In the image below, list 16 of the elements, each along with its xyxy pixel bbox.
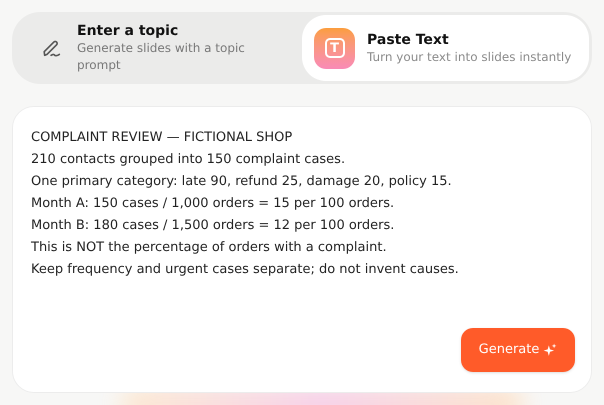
- editor-line: Keep frequency and urgent cases separate; do not invent causes.: [31, 261, 460, 279]
- tab-subtitle: Turn your text into slides instantly: [367, 48, 572, 66]
- text-icon: T: [314, 28, 355, 68]
- editor-line: 210 contacts grouped into 150 complaint cases.: [31, 151, 346, 169]
- editor-line: This is NOT the percentage of orders with a complaint.: [31, 239, 388, 257]
- tab-title: Enter a topic: [77, 22, 180, 40]
- sparkle-icon: [543, 343, 558, 357]
- mode-tab[interactable]: T Paste Text Turn your text into slides instantly: [302, 15, 589, 81]
- editor-line: COMPLAINT REVIEW — FICTIONAL SHOP: [31, 129, 294, 147]
- mode-tab[interactable]: Enter a topic Generate slides with a topic prompt: [15, 15, 302, 81]
- editor-line: Month A: 150 cases / 1,000 orders = 15 per 100 orders.: [31, 195, 396, 213]
- text-editor[interactable]: [12, 106, 592, 393]
- tab-subtitle: Generate slides with a topic prompt: [77, 40, 246, 74]
- editor-line: One primary category: late 90, refund 25, damage 20, policy 15.: [31, 173, 453, 191]
- tab-title: Paste Text: [367, 30, 450, 48]
- editor-line: Month B: 180 cases / 1,500 orders = 12 per 100 orders.: [31, 217, 396, 235]
